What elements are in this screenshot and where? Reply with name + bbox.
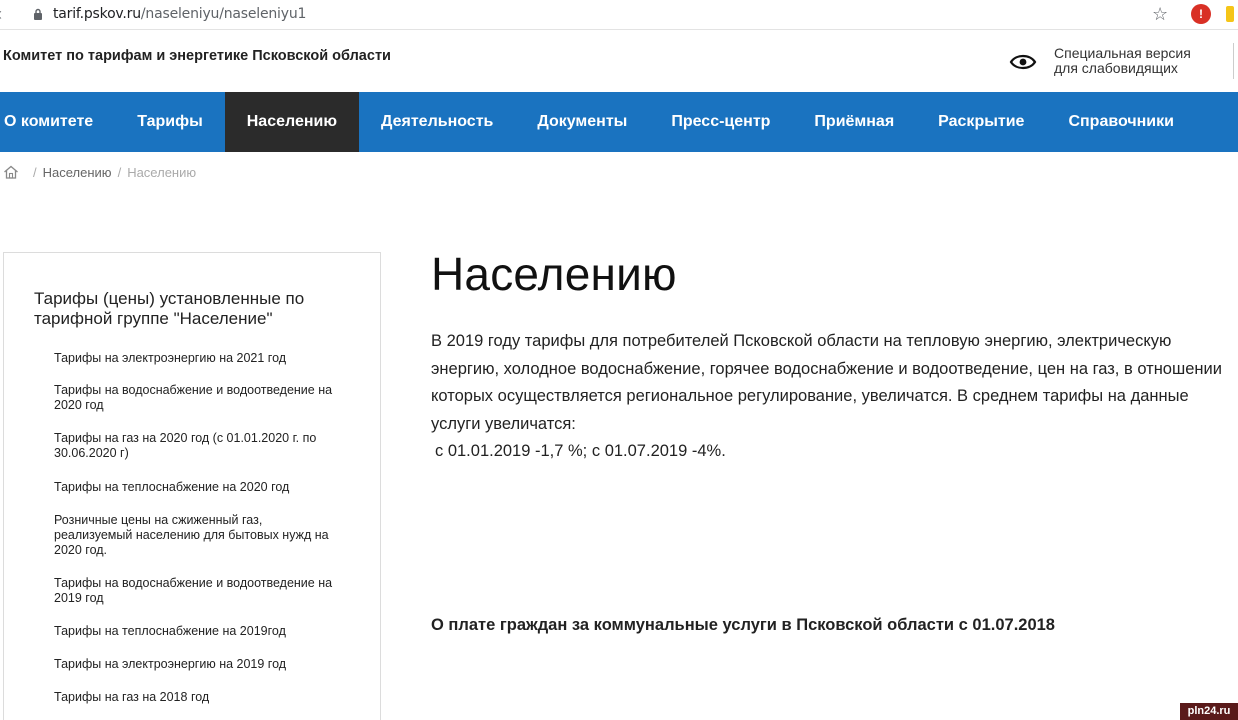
watermark-logo: pln24.ru xyxy=(1180,703,1238,720)
sidebar: Тарифы (цены) установленные по тарифной … xyxy=(3,252,381,720)
extension-yellow-icon[interactable] xyxy=(1226,6,1234,22)
sidebar-title[interactable]: Тарифы (цены) установленные по тарифной … xyxy=(34,289,354,329)
rates-text: с 01.01.2019 -1,7 %; с 01.07.2019 -4%. xyxy=(435,442,726,460)
browser-address-bar: ‹ tarif.pskov.ru/naseleniyu/naseleniyu1 … xyxy=(0,0,1238,30)
bookmark-star-icon[interactable]: ☆ xyxy=(1152,4,1168,24)
site-header: Комитет по тарифам и энергетике Псковско… xyxy=(0,31,1238,92)
intro-paragraph: В 2019 году тарифы для потребителей Пско… xyxy=(431,332,1222,433)
url-host: tarif.pskov.ru xyxy=(53,6,141,22)
special-version-line1: Специальная версия xyxy=(1054,45,1191,61)
back-arrow-icon[interactable]: ‹ xyxy=(0,5,10,23)
nav-item-references[interactable]: Справочники xyxy=(1046,92,1196,152)
nav-item-press-center[interactable]: Пресс-центр xyxy=(649,92,792,152)
nav-item-tariffs[interactable]: Тарифы xyxy=(115,92,225,152)
lock-icon xyxy=(34,8,42,20)
nav-item-documents[interactable]: Документы xyxy=(515,92,649,152)
payment-subheading[interactable]: О плате граждан за коммунальные услуги в… xyxy=(431,616,1055,635)
nav-item-population[interactable]: Населению xyxy=(224,92,359,152)
sidebar-item-heat-2020[interactable]: Тарифы на теплоснабжение на 2020 год xyxy=(54,480,289,495)
sidebar-item-lpg-2020[interactable]: Розничные цены на сжиженный газ, реализу… xyxy=(54,513,339,558)
sidebar-item-gas-2020[interactable]: Тарифы на газ на 2020 год (с 01.01.2020 … xyxy=(54,431,339,461)
nav-item-disclosure[interactable]: Раскрытие xyxy=(916,92,1046,152)
page-title: Населению xyxy=(431,248,677,300)
address-field[interactable]: tarif.pskov.ru/naseleniyu/naseleniyu1 xyxy=(53,6,306,22)
url-path: /naseleniyu/naseleniyu1 xyxy=(140,6,307,22)
home-icon[interactable] xyxy=(3,165,19,179)
nav-item-reception[interactable]: Приёмная xyxy=(792,92,916,152)
intro-text: В 2019 году тарифы для потребителей Пско… xyxy=(431,328,1231,466)
sidebar-item-gas-2018[interactable]: Тарифы на газ на 2018 год xyxy=(54,690,209,705)
special-version-line2: для слабовидящих xyxy=(1054,60,1178,76)
nav-item-about[interactable]: О комитете xyxy=(0,92,115,152)
sidebar-item-heat-2019[interactable]: Тарифы на теплоснабжение на 2019год xyxy=(54,624,286,639)
sidebar-item-water-2020[interactable]: Тарифы на водоснабжение и водоотведение … xyxy=(54,383,339,413)
sidebar-item-electricity-2019[interactable]: Тарифы на электроэнергию на 2019 год xyxy=(54,657,286,672)
breadcrumb-item-population[interactable]: Населению xyxy=(43,165,112,180)
breadcrumb-separator: / xyxy=(33,164,37,180)
special-version-link[interactable]: Специальная версия для слабовидящих xyxy=(1054,46,1224,76)
header-divider xyxy=(1233,43,1234,79)
site-title[interactable]: Комитет по тарифам и энергетике Псковско… xyxy=(3,48,391,64)
breadcrumb: / Населению / Населению xyxy=(3,164,196,180)
sidebar-item-electricity-2021[interactable]: Тарифы на электроэнергию на 2021 год xyxy=(54,351,286,366)
eye-icon[interactable] xyxy=(1009,53,1037,71)
main-nav: О комитете Тарифы Населению Деятельность… xyxy=(0,92,1238,152)
breadcrumb-separator: / xyxy=(117,164,122,180)
extension-stop-icon[interactable]: ! xyxy=(1191,4,1211,24)
sidebar-item-water-2019[interactable]: Тарифы на водоснабжение и водоотведение … xyxy=(54,576,339,606)
breadcrumb-current: Населению xyxy=(127,164,197,180)
nav-item-activity[interactable]: Деятельность xyxy=(359,92,515,152)
